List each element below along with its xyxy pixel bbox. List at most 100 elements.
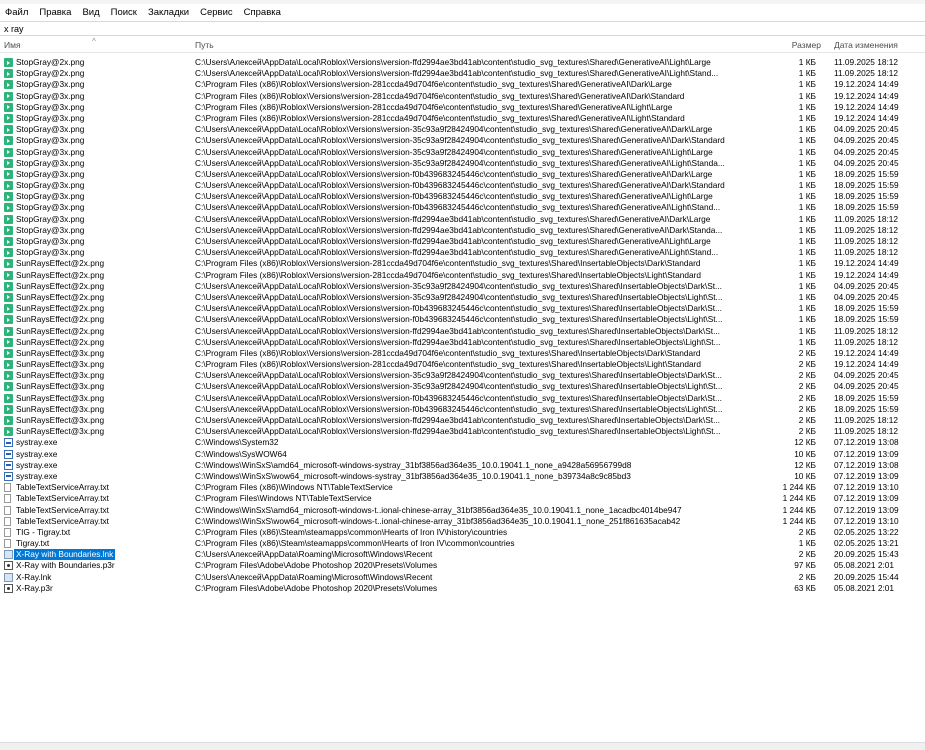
file-size: 63 КБ <box>794 582 816 593</box>
file-path: C:\Users\Алексей\AppData\Local\Roblox\Ve… <box>195 247 719 258</box>
result-row[interactable]: StopGray@3x.png C:\Users\Алексей\AppData\… <box>0 236 925 247</box>
file-size: 2 КБ <box>798 403 816 414</box>
search-input[interactable] <box>4 23 304 34</box>
result-row[interactable]: TableTextServiceArray.txt C:\Windows\WinS… <box>0 505 925 516</box>
column-path-header[interactable]: Путь <box>195 40 214 50</box>
result-row[interactable]: X-Ray with Boundaries.p3r C:\Program File… <box>0 560 925 571</box>
file-name: X-Ray.p3r <box>16 582 53 593</box>
result-row[interactable]: StopGray@3x.png C:\Users\Алексей\AppData\… <box>0 247 925 258</box>
result-row[interactable]: StopGray@3x.png C:\Users\Алексей\AppData\… <box>0 202 925 213</box>
menu-file[interactable]: Файл <box>4 6 29 19</box>
menu-view[interactable]: Вид <box>81 6 100 19</box>
result-row[interactable]: X-Ray.p3r C:\Program Files\Adobe\Adobe Ph… <box>0 583 925 594</box>
result-row[interactable]: SunRaysEffect@2x.png C:\Users\Алексей\App… <box>0 314 925 325</box>
file-date: 02.05.2025 13:21 <box>834 538 899 549</box>
result-row[interactable]: StopGray@3x.png C:\Program Files (x86)\Ro… <box>0 79 925 90</box>
file-name: systray.exe <box>16 437 58 448</box>
file-size: 1 КБ <box>798 135 816 146</box>
result-row[interactable]: systray.exe C:\Windows\WinSxS\amd64_micro… <box>0 460 925 471</box>
txt-file-icon <box>4 539 11 549</box>
result-row[interactable]: StopGray@3x.png C:\Users\Алексей\AppData\… <box>0 225 925 236</box>
result-row[interactable]: TableTextServiceArray.txt C:\Program File… <box>0 482 925 493</box>
result-row[interactable]: TIG - Tigray.txt C:\Program Files (x86)\S… <box>0 527 925 538</box>
result-row[interactable]: X-Ray.lnk C:\Users\Алексей\AppData\Roamin… <box>0 572 925 583</box>
png-file-icon <box>4 292 13 302</box>
result-row[interactable]: StopGray@3x.png C:\Program Files (x86)\Ro… <box>0 91 925 102</box>
result-row[interactable]: StopGray@3x.png C:\Users\Алексей\AppData\… <box>0 180 925 191</box>
result-row[interactable]: StopGray@3x.png C:\Program Files (x86)\Ro… <box>0 102 925 113</box>
column-size-header[interactable]: Размер <box>792 40 821 50</box>
file-path: C:\Users\Алексей\AppData\Local\Roblox\Ve… <box>195 426 721 437</box>
menu-bookmarks[interactable]: Закладки <box>147 6 190 19</box>
file-name: SunRaysEffect@2x.png <box>16 303 105 314</box>
result-row[interactable]: StopGray@3x.png C:\Users\Алексей\AppData\… <box>0 147 925 158</box>
txt-file-icon <box>4 527 11 537</box>
file-date: 11.09.2025 18:12 <box>834 247 898 258</box>
menu-help[interactable]: Справка <box>243 6 282 19</box>
result-row[interactable]: SunRaysEffect@2x.png C:\Users\Алексей\App… <box>0 326 925 337</box>
result-row[interactable]: StopGray@3x.png C:\Users\Алексей\AppData\… <box>0 214 925 225</box>
file-name: X-Ray with Boundaries.p3r <box>16 560 115 571</box>
result-row[interactable]: StopGray@2x.png C:\Users\Алексей\AppData\… <box>0 57 925 68</box>
file-date: 18.09.2025 15:59 <box>834 191 899 202</box>
result-row[interactable]: systray.exe C:\Windows\WinSxS\wow64_micro… <box>0 471 925 482</box>
file-name: StopGray@3x.png <box>16 112 85 123</box>
file-size: 10 КБ <box>794 470 816 481</box>
txt-file-icon <box>4 494 11 504</box>
file-date: 05.08.2021 2:01 <box>834 582 894 593</box>
result-row[interactable]: SunRaysEffect@3x.png C:\Users\Алексей\App… <box>0 404 925 415</box>
result-row[interactable]: SunRaysEffect@2x.png C:\Users\Алексей\App… <box>0 281 925 292</box>
result-row[interactable]: StopGray@3x.png C:\Users\Алексей\AppData\… <box>0 124 925 135</box>
result-row[interactable]: SunRaysEffect@3x.png C:\Program Files (x8… <box>0 348 925 359</box>
result-row[interactable]: TableTextServiceArray.txt C:\Program File… <box>0 493 925 504</box>
result-row[interactable]: systray.exe C:\Windows\System32 12 КБ 07.12… <box>0 437 925 448</box>
result-row[interactable]: StopGray@3x.png C:\Users\Алексей\AppData\… <box>0 191 925 202</box>
result-row[interactable]: SunRaysEffect@2x.png C:\Program Files (x8… <box>0 258 925 269</box>
png-file-icon <box>4 169 13 179</box>
result-row[interactable]: SunRaysEffect@3x.png C:\Program Files (x8… <box>0 359 925 370</box>
menu-tools[interactable]: Сервис <box>199 6 234 19</box>
file-path: C:\Users\Алексей\AppData\Local\Roblox\Ve… <box>195 303 722 314</box>
file-date: 18.09.2025 15:59 <box>834 314 899 325</box>
column-date-header[interactable]: Дата изменения <box>834 40 898 50</box>
file-name: StopGray@3x.png <box>16 157 85 168</box>
menu-edit[interactable]: Правка <box>38 6 72 19</box>
result-row[interactable]: SunRaysEffect@3x.png C:\Users\Алексей\App… <box>0 393 925 404</box>
result-row[interactable]: SunRaysEffect@3x.png C:\Users\Алексей\App… <box>0 370 925 381</box>
result-row[interactable]: SunRaysEffect@2x.png C:\Program Files (x8… <box>0 270 925 281</box>
result-row[interactable]: SunRaysEffect@2x.png C:\Users\Алексей\App… <box>0 337 925 348</box>
png-file-icon <box>4 58 13 67</box>
result-row[interactable]: StopGray@3x.png C:\Users\Алексей\AppData\… <box>0 169 925 180</box>
menu-search[interactable]: Поиск <box>110 6 138 19</box>
file-name: Tigray.txt <box>16 538 50 549</box>
png-file-icon <box>4 360 13 370</box>
result-row[interactable]: TableTextServiceArray.txt C:\Windows\WinS… <box>0 516 925 527</box>
result-row[interactable]: SunRaysEffect@3x.png C:\Users\Алексей\App… <box>0 415 925 426</box>
column-name-header[interactable]: Имя <box>4 40 21 50</box>
file-date: 04.09.2025 20:45 <box>834 135 899 146</box>
result-row[interactable]: StopGray@3x.png C:\Users\Алексей\AppData\… <box>0 158 925 169</box>
menu-bar: Файл Правка Вид Поиск Закладки Сервис Сп… <box>0 4 925 21</box>
png-file-icon <box>4 91 13 101</box>
result-row[interactable]: StopGray@3x.png C:\Program Files (x86)\Ro… <box>0 113 925 124</box>
result-row[interactable]: StopGray@2x.png C:\Users\Алексей\AppData\… <box>0 68 925 79</box>
file-path: C:\Windows\System32 <box>195 437 279 448</box>
result-row[interactable]: StopGray@3x.png C:\Users\Алексей\AppData\… <box>0 135 925 146</box>
file-path: C:\Program Files (x86)\Roblox\Versions\v… <box>195 258 701 269</box>
result-row[interactable]: Tigray.txt C:\Program Files (x86)\Steam\s… <box>0 538 925 549</box>
result-row[interactable]: X-Ray with Boundaries.lnk C:\Users\Алексе… <box>0 549 925 561</box>
p3r-file-icon <box>4 583 13 593</box>
result-row[interactable]: SunRaysEffect@3x.png C:\Users\Алексей\App… <box>0 381 925 392</box>
file-path: C:\Program Files (x86)\Steam\steamapps\c… <box>195 526 508 537</box>
sort-ascending-icon: ^ <box>92 37 96 46</box>
result-row[interactable]: SunRaysEffect@2x.png C:\Users\Алексей\App… <box>0 303 925 314</box>
file-name: SunRaysEffect@3x.png <box>16 415 105 425</box>
result-row[interactable]: systray.exe C:\Windows\SysWOW64 10 КБ 07.12… <box>0 449 925 460</box>
file-path: C:\Users\Алексей\AppData\Local\Roblox\Ve… <box>195 202 721 213</box>
file-path: C:\Program Files (x86)\Roblox\Versions\v… <box>195 79 672 90</box>
file-size: 2 КБ <box>798 549 816 560</box>
file-path: C:\Windows\SysWOW64 <box>195 448 287 459</box>
png-file-icon <box>4 382 13 392</box>
result-row[interactable]: SunRaysEffect@2x.png C:\Users\Алексей\App… <box>0 292 925 303</box>
result-row[interactable]: SunRaysEffect@3x.png C:\Users\Алексей\App… <box>0 426 925 437</box>
